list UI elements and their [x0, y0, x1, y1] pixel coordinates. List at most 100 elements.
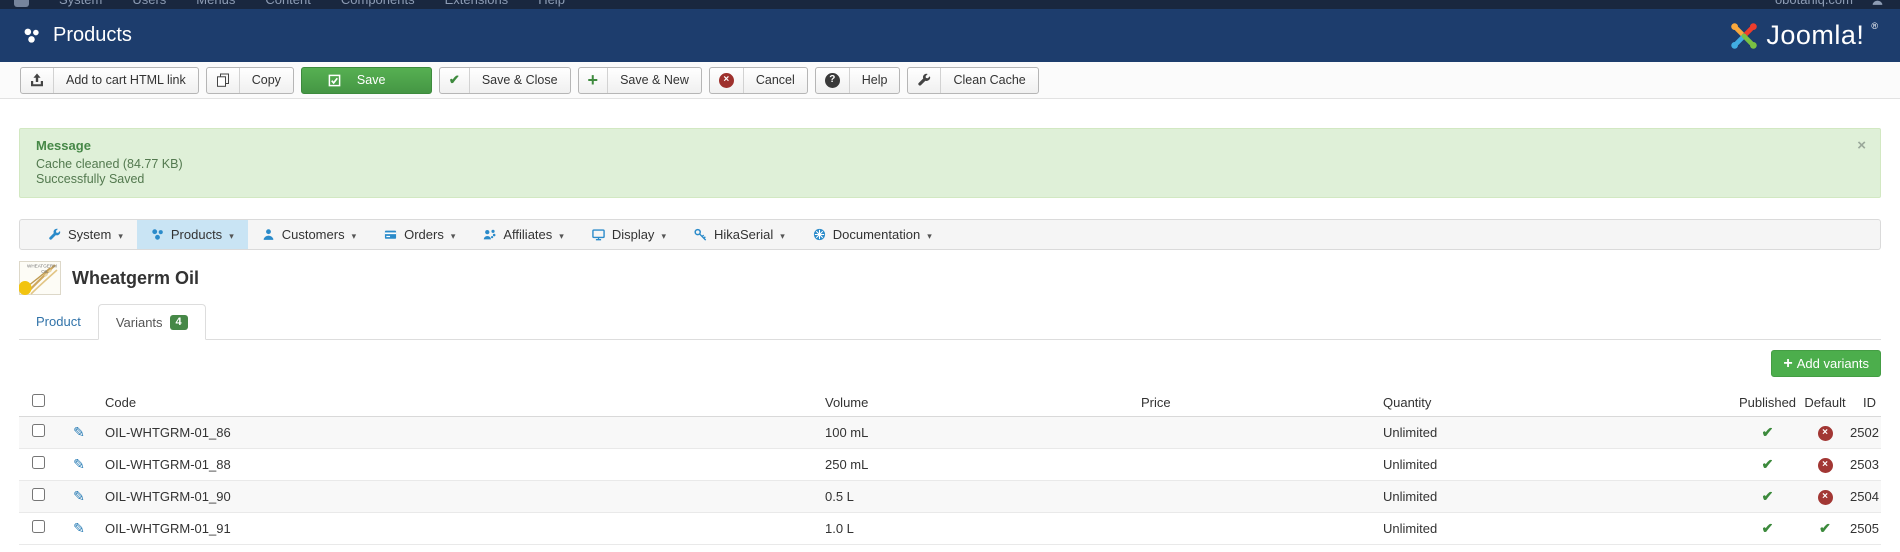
site-preview-link[interactable]: obotaniq.com	[1775, 0, 1853, 7]
default-toggle-icon[interactable]: ×	[1817, 489, 1833, 505]
toolbar: Add to cart HTML link Copy Save Save & C…	[0, 62, 1900, 99]
topbar-item-content[interactable]: Content	[265, 0, 311, 7]
button-label: Clean Cache	[953, 73, 1026, 87]
edit-pencil-icon[interactable]	[73, 424, 85, 440]
variant-price	[1141, 416, 1383, 448]
page-title: Products	[53, 24, 132, 46]
clean-cache-button[interactable]: Clean Cache	[907, 66, 1039, 94]
save-check-icon	[302, 68, 345, 93]
chevron-down-icon	[661, 227, 666, 242]
button-label: Cancel	[755, 73, 795, 87]
variant-price	[1141, 512, 1383, 544]
column-header-code: Code	[97, 389, 825, 417]
default-toggle-icon[interactable]: ×	[1817, 457, 1833, 473]
button-label: Save & New	[620, 73, 689, 87]
variant-id: 2505	[1850, 520, 1879, 536]
tab-bar: Product Variants 4	[19, 303, 1881, 340]
chevron-down-icon	[352, 227, 357, 242]
menu-item-affiliates[interactable]: Affiliates	[469, 220, 577, 249]
product-heading: WHEATGERM OIL Wheatgerm Oil	[19, 260, 1881, 296]
copy-button[interactable]: Copy	[205, 66, 294, 94]
default-toggle-icon[interactable]: ✔	[1819, 520, 1831, 537]
thumb-label-line2: OIL	[41, 269, 49, 274]
column-header-default: Default	[1800, 389, 1850, 417]
table-row: OIL-WHTGRM-01_88 250 mL Unlimited ✔ × 25…	[19, 448, 1881, 480]
button-label: Help	[861, 73, 888, 87]
add-variants-button[interactable]: Add variants	[1771, 350, 1881, 377]
check-icon	[440, 67, 470, 93]
joomla-emblem-icon	[1731, 22, 1758, 49]
menu-item-orders[interactable]: Orders	[370, 220, 469, 249]
card-icon	[384, 228, 397, 241]
plus-icon	[1783, 356, 1792, 372]
menu-item-label: Documentation	[832, 227, 921, 242]
add-to-cart-html-link-button[interactable]: Add to cart HTML link	[20, 66, 199, 94]
variant-actions: Add variants	[19, 350, 1881, 377]
display-icon	[592, 228, 605, 241]
menu-item-customers[interactable]: Customers	[248, 220, 370, 249]
variant-price	[1141, 480, 1383, 512]
topbar-item-help[interactable]: Help	[538, 0, 565, 7]
edit-pencil-icon[interactable]	[73, 456, 85, 472]
tab-label: Product	[36, 313, 81, 329]
published-toggle-icon[interactable]: ✔	[1762, 520, 1774, 537]
menu-item-hikaserial[interactable]: HikaSerial	[680, 220, 799, 249]
menu-item-products[interactable]: Products	[136, 220, 248, 249]
products-icon	[151, 228, 164, 241]
products-icon	[24, 28, 39, 43]
variant-volume: 1.0 L	[825, 520, 854, 536]
menu-item-label: System	[68, 227, 112, 242]
message-line: Successfully Saved	[36, 172, 145, 186]
help-button[interactable]: Help	[814, 66, 901, 94]
plus-icon	[579, 67, 609, 93]
topbar-item-extensions[interactable]: Extensions	[445, 0, 509, 7]
menu-item-documentation[interactable]: Documentation	[799, 220, 946, 249]
chevron-down-icon	[118, 227, 123, 242]
edit-pencil-icon[interactable]	[73, 520, 85, 536]
table-row: OIL-WHTGRM-01_91 1.0 L Unlimited ✔ ✔ 250…	[19, 512, 1881, 544]
joomla-mini-logo-icon	[14, 0, 29, 7]
cancel-button[interactable]: Cancel	[708, 66, 808, 94]
save-and-new-button[interactable]: Save & New	[577, 66, 702, 94]
topbar-item-system[interactable]: System	[59, 0, 102, 7]
page-header: Products Joomla! ®	[0, 9, 1900, 62]
published-toggle-icon[interactable]: ✔	[1762, 488, 1774, 505]
button-label: Add to cart HTML link	[66, 73, 186, 87]
button-label: Save & Close	[481, 73, 558, 87]
row-checkbox[interactable]	[32, 520, 45, 533]
row-checkbox[interactable]	[32, 424, 45, 437]
topbar-item-users[interactable]: Users	[132, 0, 166, 7]
tab-variants[interactable]: Variants 4	[97, 304, 206, 340]
close-icon[interactable]: ×	[1857, 138, 1866, 153]
thumb-label-line1: WHEATGERM	[27, 264, 57, 269]
globe-icon	[813, 228, 826, 241]
message-line: Cache cleaned (84.77 KB)	[36, 157, 183, 171]
menu-item-label: Customers	[281, 227, 345, 242]
joomla-logo-text: Joomla!	[1766, 20, 1865, 50]
published-toggle-icon[interactable]: ✔	[1762, 424, 1774, 441]
default-toggle-icon[interactable]: ×	[1817, 425, 1833, 441]
menu-item-label: Display	[611, 227, 655, 242]
variant-price	[1141, 448, 1383, 480]
chevron-down-icon	[927, 227, 932, 242]
user-menu-icon[interactable]	[1871, 0, 1884, 6]
variant-volume: 0.5 L	[825, 488, 854, 504]
tab-product[interactable]: Product	[19, 303, 98, 339]
row-checkbox[interactable]	[32, 488, 45, 501]
save-button[interactable]: Save	[300, 66, 432, 94]
edit-pencil-icon[interactable]	[73, 488, 85, 504]
table-header-row: Code Volume Price Quantity Published Def…	[19, 389, 1881, 417]
column-header-volume: Volume	[825, 389, 1141, 417]
users-icon	[483, 228, 496, 241]
column-header-id: ID	[1850, 389, 1881, 417]
save-and-close-button[interactable]: Save & Close	[438, 66, 571, 94]
joomla-logo: Joomla! ®	[1729, 20, 1878, 51]
topbar-item-components[interactable]: Components	[341, 0, 415, 7]
published-toggle-icon[interactable]: ✔	[1762, 456, 1774, 473]
topbar-item-menus[interactable]: Menus	[196, 0, 235, 7]
row-checkbox[interactable]	[32, 456, 45, 469]
menu-item-system[interactable]: System	[34, 220, 137, 249]
select-all-checkbox[interactable]	[32, 394, 45, 408]
menu-item-display[interactable]: Display	[578, 220, 680, 249]
variant-code: OIL-WHTGRM-01_86	[105, 424, 231, 440]
